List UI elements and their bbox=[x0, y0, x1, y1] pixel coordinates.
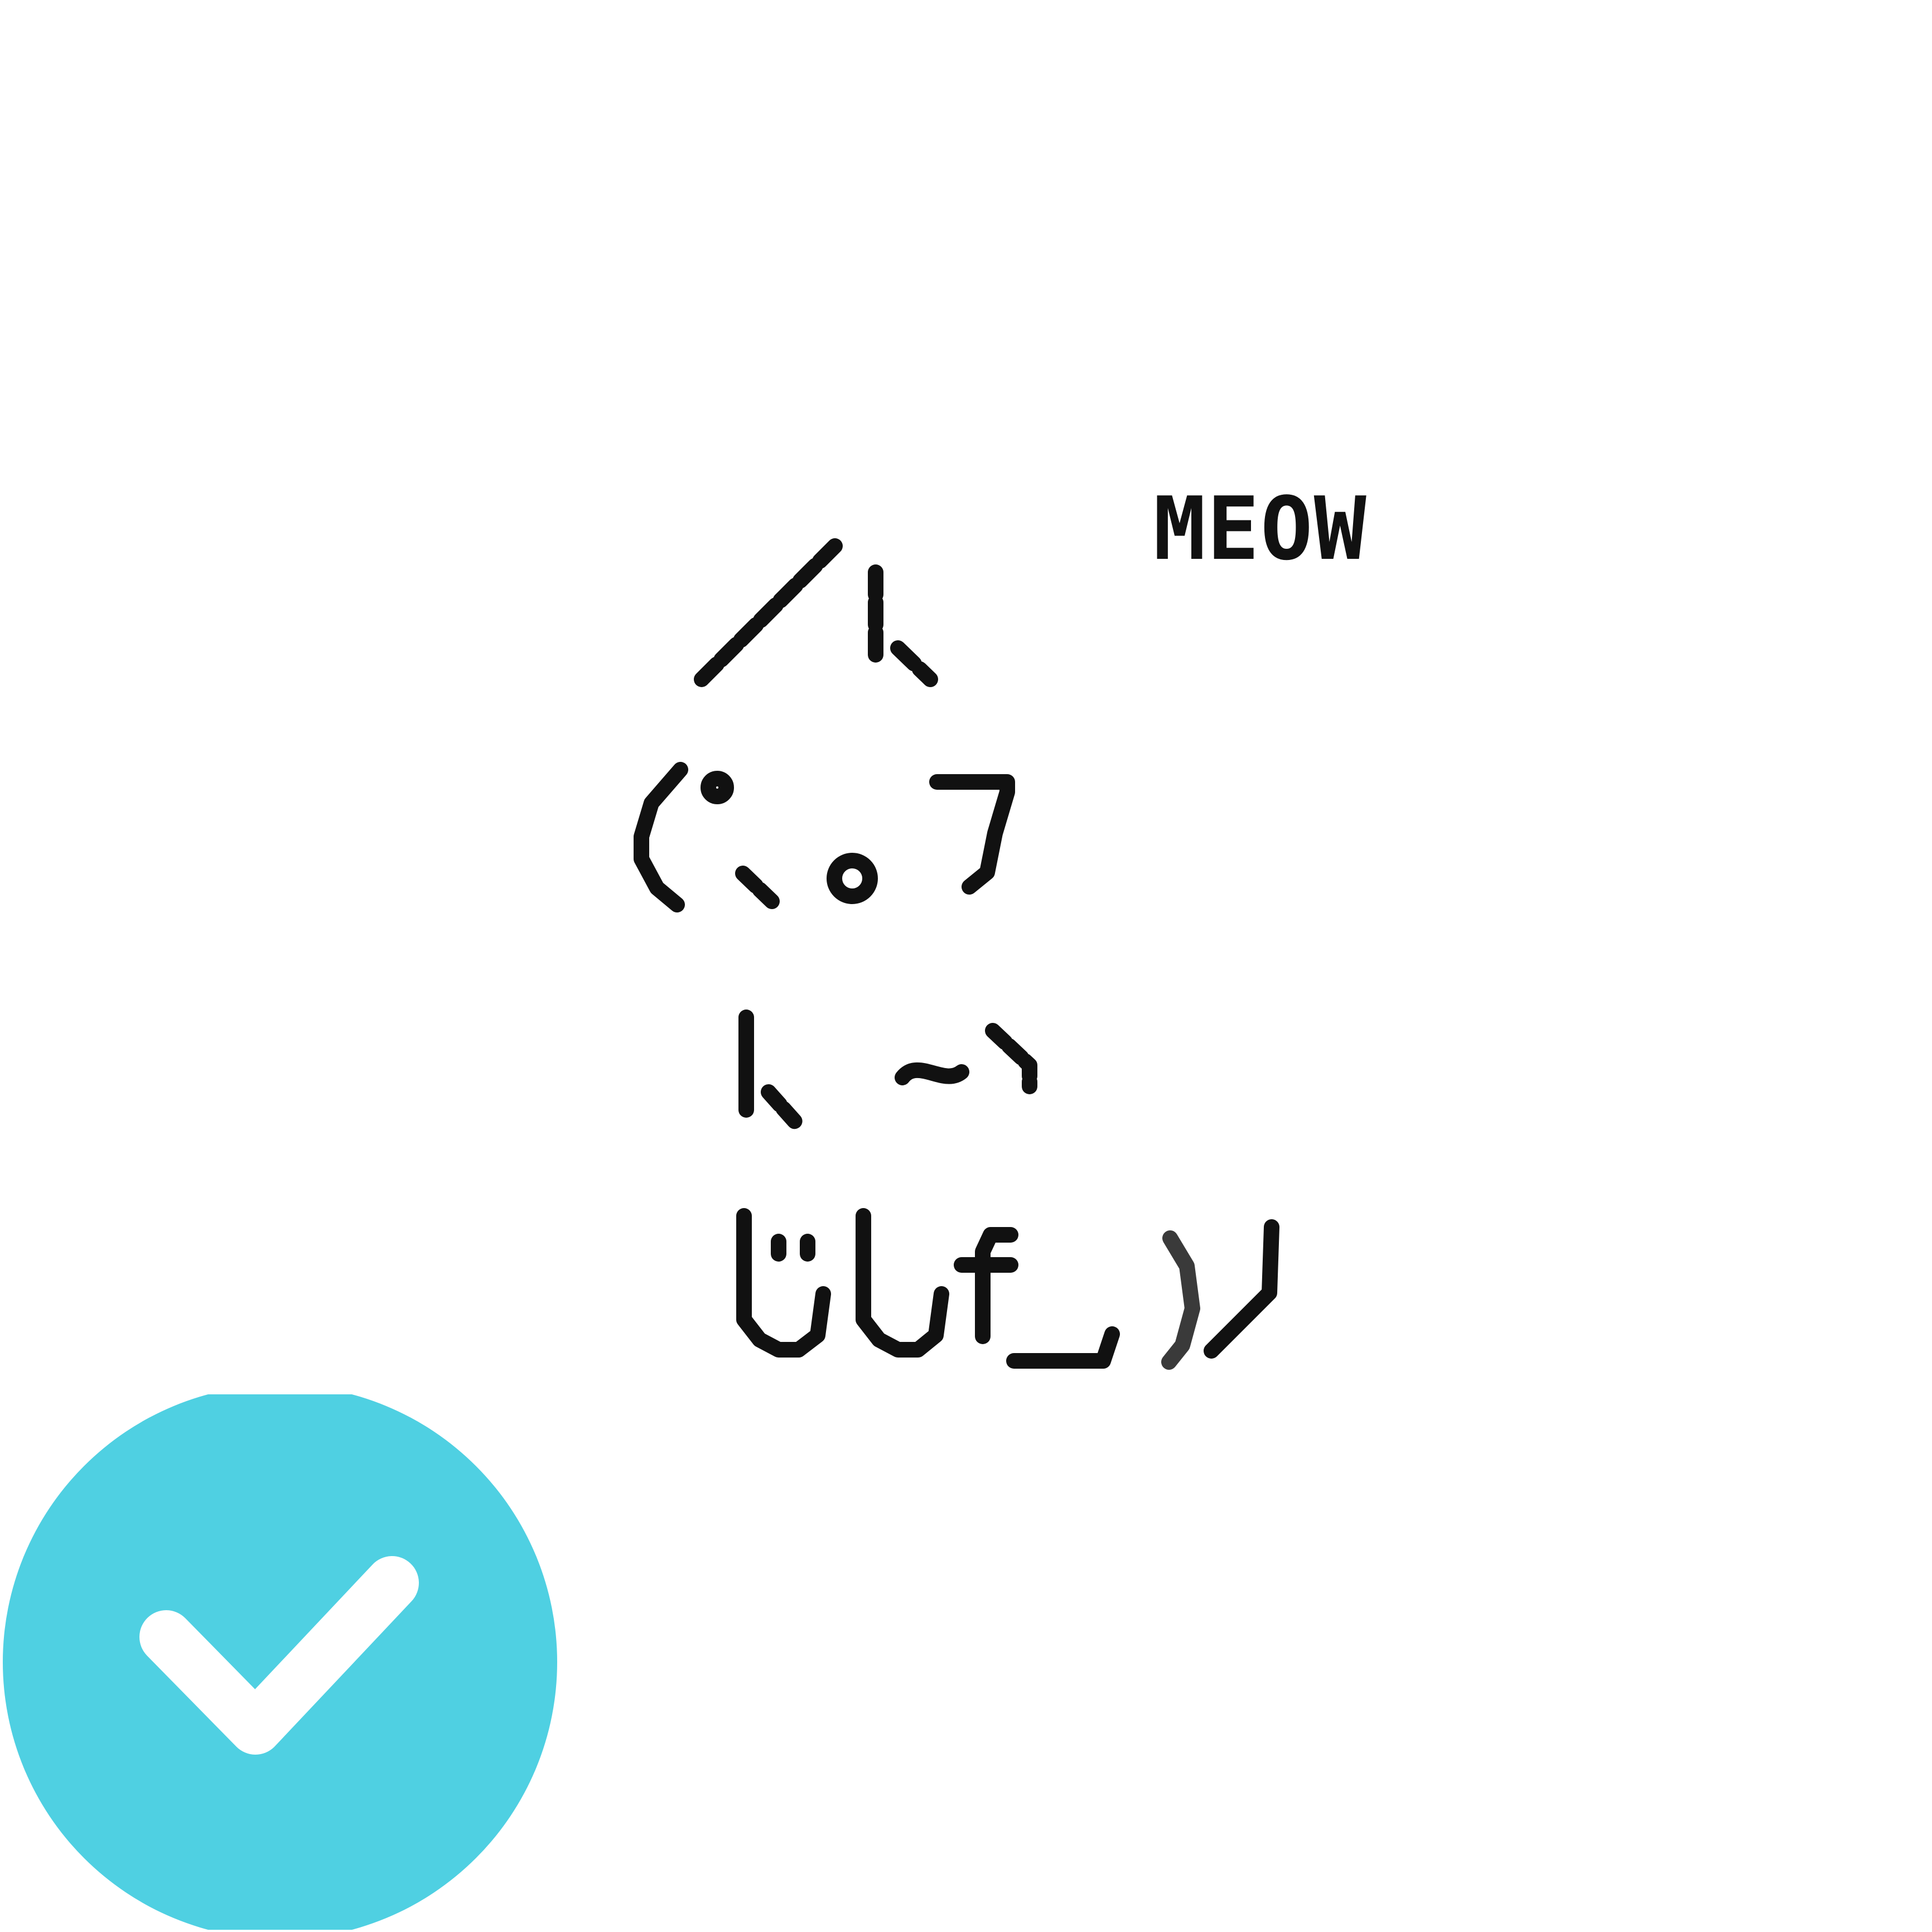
cat-paw-left bbox=[761, 1084, 804, 1131]
cat-foot-marks bbox=[771, 1234, 815, 1262]
cat-face-left bbox=[634, 762, 688, 912]
cat-tail-curve bbox=[1006, 1326, 1120, 1369]
cat-tail-f bbox=[954, 1227, 1018, 1344]
cat-ear-right bbox=[868, 564, 938, 687]
cat-illustration: MEOW bbox=[0, 0, 1932, 1932]
cat-paw-right bbox=[985, 1023, 1037, 1094]
cat-foot-2 bbox=[856, 1208, 949, 1358]
cat-ear-left bbox=[694, 535, 846, 687]
cat-tilde-mouth bbox=[895, 1062, 969, 1085]
cat-right-slash bbox=[1204, 1219, 1279, 1359]
cat-nose bbox=[827, 853, 878, 904]
check-circle-icon bbox=[3, 1394, 557, 1930]
cat-whisker-left bbox=[735, 866, 780, 909]
meow-caption: MEOW bbox=[1153, 478, 1368, 579]
cat-eye-left bbox=[701, 771, 734, 804]
cat-paren bbox=[1161, 1230, 1200, 1370]
cat-face-right bbox=[929, 774, 1015, 895]
